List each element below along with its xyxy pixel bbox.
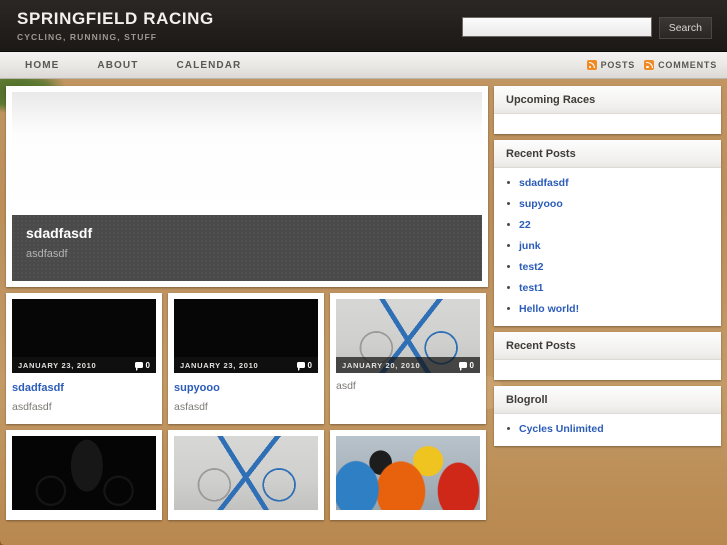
- widget-body: [494, 114, 721, 134]
- sidebar-widget: Upcoming Races: [494, 86, 721, 134]
- post-meta: JANUARY 20, 2010 0: [336, 357, 480, 373]
- search-input[interactable]: [461, 17, 652, 37]
- widget-list: sdadfasdf supyooo 22 junk test2 test1 Hello wo…: [506, 176, 709, 316]
- nav-item-home[interactable]: HOME: [20, 60, 78, 71]
- search-button[interactable]: Search: [658, 17, 712, 39]
- featured-excerpt: asdfasdf: [26, 248, 68, 260]
- widget-list-item: Cycles Unlimited: [506, 422, 709, 436]
- comment-bubble-icon: [296, 362, 305, 371]
- widget-link[interactable]: test2: [519, 261, 544, 273]
- featured-slider[interactable]: sdadfasdf asdfasdf: [6, 86, 488, 287]
- post-excerpt: asdf: [336, 380, 356, 392]
- post-title-link[interactable]: sdadfasdf: [12, 382, 156, 394]
- comment-count[interactable]: 0: [134, 360, 150, 371]
- thumbnail-image: [336, 436, 480, 510]
- widget-body: Cycles Unlimited: [494, 414, 721, 446]
- post-excerpt: asdfasdf: [12, 401, 52, 413]
- widget-link[interactable]: Cycles Unlimited: [519, 423, 604, 435]
- post-meta: JANUARY 23, 2010 0: [12, 357, 156, 373]
- post-thumbnail[interactable]: [12, 436, 156, 510]
- feed-link-posts[interactable]: POSTS: [586, 60, 636, 70]
- widget-list-item: test1: [506, 281, 709, 295]
- post-meta: JANUARY 23, 2010 0: [174, 357, 318, 373]
- comment-bubble-icon: [458, 362, 467, 371]
- thumbnail-image: [12, 436, 156, 510]
- site-branding[interactable]: SPRINGFIELD RACING CYCLING, RUNNING, STU…: [17, 9, 214, 43]
- site-tagline: CYCLING, RUNNING, STUFF: [17, 32, 158, 42]
- post-card[interactable]: [168, 430, 324, 520]
- post-date: JANUARY 23, 2010: [180, 360, 259, 370]
- post-card[interactable]: JANUARY 23, 2010 0 sdadfasdf asdfasdf: [6, 293, 162, 424]
- sidebar: Upcoming Races Recent Posts sdadfasdf supyo…: [494, 86, 721, 520]
- sidebar-widget: Recent Posts sdadfasdf supyooo 22 junk test2 t…: [494, 140, 721, 326]
- post-title-link[interactable]: supyooo: [174, 382, 318, 394]
- widget-link[interactable]: supyooo: [519, 198, 563, 210]
- nav-menu: HOME ABOUT CALENDAR: [20, 60, 260, 71]
- widget-list-item: test2: [506, 260, 709, 274]
- widget-header: Recent Posts: [494, 332, 721, 360]
- featured-title[interactable]: sdadfasdf: [26, 224, 468, 242]
- search-form: Search: [461, 17, 712, 39]
- widget-title: Recent Posts: [506, 148, 576, 160]
- widget-list-item: 22: [506, 218, 709, 232]
- post-date: JANUARY 20, 2010: [342, 360, 421, 370]
- post-excerpt: asfasdf: [174, 401, 208, 413]
- widget-title: Upcoming Races: [506, 94, 596, 106]
- widget-list-item: sdadfasdf: [506, 176, 709, 190]
- post-thumbnail[interactable]: JANUARY 20, 2010 0: [336, 299, 480, 373]
- widget-link[interactable]: sdadfasdf: [519, 177, 569, 189]
- widget-link[interactable]: Hello world!: [519, 303, 579, 315]
- comment-number: 0: [145, 360, 150, 370]
- widget-link[interactable]: test1: [519, 282, 544, 294]
- rss-icon: [644, 60, 655, 70]
- comment-count[interactable]: 0: [458, 360, 474, 371]
- rss-icon: [586, 60, 597, 70]
- site-header: SPRINGFIELD RACING CYCLING, RUNNING, STU…: [0, 0, 727, 52]
- widget-link[interactable]: junk: [519, 240, 541, 252]
- featured-image: [12, 92, 482, 215]
- thumbnail-image: [174, 436, 318, 510]
- post-thumbnail[interactable]: JANUARY 23, 2010 0: [174, 299, 318, 373]
- post-thumbnail[interactable]: JANUARY 23, 2010 0: [12, 299, 156, 373]
- post-thumbnail[interactable]: [174, 436, 318, 510]
- post-card[interactable]: JANUARY 20, 2010 0 asdf: [330, 293, 486, 424]
- widget-body: [494, 360, 721, 380]
- featured-caption: sdadfasdf asdfasdf: [12, 215, 482, 281]
- feed-label: COMMENTS: [658, 60, 717, 70]
- widget-list-item: supyooo: [506, 197, 709, 211]
- feed-links: POSTS COMMENTS: [586, 60, 717, 70]
- widget-title: Recent Posts: [506, 340, 576, 352]
- widget-header: Blogroll: [494, 386, 721, 414]
- post-card[interactable]: [6, 430, 162, 520]
- widget-title: Blogroll: [506, 394, 548, 406]
- nav-item-calendar[interactable]: CALENDAR: [157, 60, 260, 71]
- sidebar-widget: Blogroll Cycles Unlimited: [494, 386, 721, 446]
- comment-number: 0: [307, 360, 312, 370]
- widget-list-item: Hello world!: [506, 302, 709, 316]
- comment-number: 0: [469, 360, 474, 370]
- widget-header: Recent Posts: [494, 140, 721, 168]
- nav-item-about[interactable]: ABOUT: [78, 60, 157, 71]
- main-content: sdadfasdf asdfasdf JANUARY 23, 2010 0 sdad…: [6, 86, 488, 520]
- feed-label: POSTS: [600, 60, 636, 70]
- widget-link[interactable]: 22: [519, 219, 531, 231]
- post-thumbnail[interactable]: [336, 436, 480, 510]
- widget-list: Cycles Unlimited: [506, 422, 709, 436]
- post-grid: JANUARY 23, 2010 0 sdadfasdf asdfasdf JANUAR…: [6, 293, 488, 520]
- sidebar-widget: Recent Posts: [494, 332, 721, 380]
- feed-link-comments[interactable]: COMMENTS: [644, 60, 717, 70]
- post-date: JANUARY 23, 2010: [18, 360, 97, 370]
- widget-list-item: junk: [506, 239, 709, 253]
- widget-header: Upcoming Races: [494, 86, 721, 114]
- comment-count[interactable]: 0: [296, 360, 312, 371]
- page-wrap: sdadfasdf asdfasdf JANUARY 23, 2010 0 sdad…: [0, 79, 727, 520]
- post-card[interactable]: JANUARY 23, 2010 0 supyooo asfasdf: [168, 293, 324, 424]
- site-title: SPRINGFIELD RACING: [17, 9, 214, 28]
- post-card[interactable]: [330, 430, 486, 520]
- widget-body: sdadfasdf supyooo 22 junk test2 test1 Hello wo…: [494, 168, 721, 326]
- comment-bubble-icon: [134, 362, 143, 371]
- primary-navigation: HOME ABOUT CALENDAR POSTS COMMENTS: [0, 52, 727, 79]
